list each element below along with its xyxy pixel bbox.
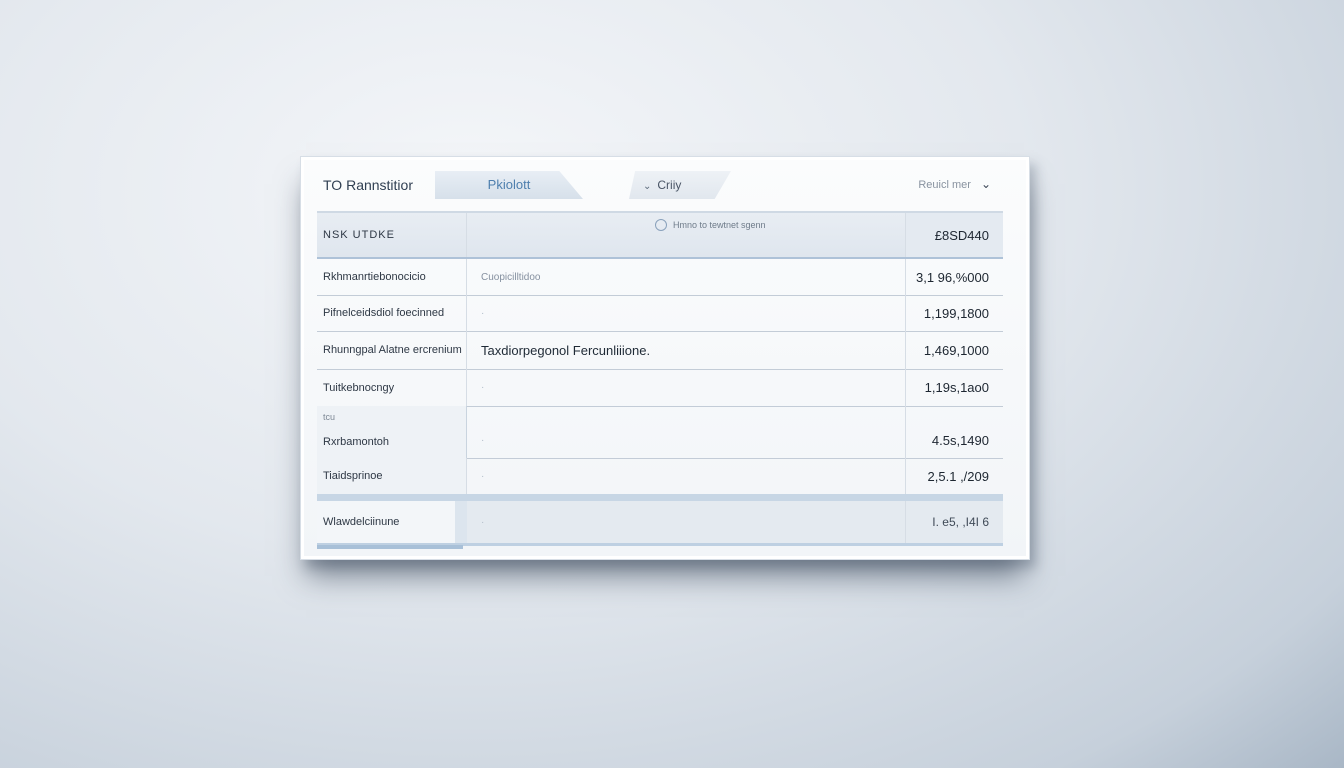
- table-row[interactable]: Tuitkebnocngy · 1,19s,1ao0: [317, 369, 1003, 407]
- row-name: Tuitkebnocngy: [317, 369, 467, 406]
- header-search-hint[interactable]: Hmno to tewtnet sgenn: [655, 219, 766, 231]
- header-search-hint-text: Hmno to tewtnet sgenn: [673, 220, 766, 230]
- table-row[interactable]: Rhunngpal Alatne ercrenium Taxdiorpegono…: [317, 331, 1003, 370]
- row-detail-marker: ·: [481, 435, 485, 446]
- row-name: Tiaidsprinoe: [317, 458, 467, 494]
- row-value: 4.5s,1490: [905, 406, 1003, 458]
- scrollbar-indicator[interactable]: [317, 545, 463, 549]
- row-detail: ·: [467, 458, 905, 494]
- table-row[interactable]: Tiaidsprinoe · 2,5.1 ,/209: [317, 458, 1003, 495]
- chevron-down-icon: ⌄: [643, 181, 652, 192]
- row-detail: Taxdiorpegonol Fercunliiione.: [467, 331, 905, 369]
- radio-circle-icon: [655, 219, 667, 231]
- row-detail: ·: [467, 369, 905, 406]
- row-detail-marker: ·: [481, 516, 485, 528]
- column-header-detail: Hmno to tewtnet sgenn: [467, 213, 905, 257]
- row-value: 1,469,1000: [905, 331, 1003, 369]
- row-value: I. e5, ,I4I 6: [905, 501, 1003, 543]
- row-name: Wlawdelciinune: [317, 501, 467, 543]
- column-header-name[interactable]: NSK UTDKE: [317, 213, 467, 257]
- row-detail-marker: ·: [481, 382, 485, 393]
- row-value: 1,19s,1ao0: [905, 369, 1003, 406]
- row-detail: ·: [467, 295, 905, 331]
- table-header: NSK UTDKE Hmno to tewtnet sgenn £8SD440: [317, 213, 1003, 259]
- row-detail: ·: [467, 501, 905, 543]
- row-detail-marker: ·: [481, 307, 485, 319]
- report-panel: TO Rannstitior Pkiolott ⌄ Criiy Reuicl me…: [300, 156, 1030, 560]
- row-group-label: tcu: [323, 412, 336, 422]
- row-value: 3,1 96,%000: [905, 259, 1003, 295]
- app-title: TO Rannstitior: [323, 177, 413, 193]
- panel-content: TO Rannstitior Pkiolott ⌄ Criiy Reuicl me…: [317, 169, 1003, 549]
- row-name: Rkhmanrtiebonocicio: [317, 259, 467, 295]
- table-row[interactable]: Rkhmanrtiebonocicio Cuopicilltidoo 3,1 9…: [317, 259, 1003, 296]
- row-detail: Cuopicilltidoo: [467, 259, 905, 295]
- row-name: Rhunngpal Alatne ercrenium: [317, 331, 467, 369]
- table-row[interactable]: Pifnelceidsdiol foecinned · 1,199,1800: [317, 295, 1003, 332]
- row-name: Pifnelceidsdiol foecinned: [317, 295, 467, 331]
- chevron-down-icon: ⌄: [980, 177, 991, 191]
- column-header-value[interactable]: £8SD440: [905, 213, 1003, 257]
- row-name-cell: tcu Rxrbamontoh: [317, 406, 467, 458]
- row-detail: ·: [467, 406, 905, 458]
- city-filter-label: Criiy: [657, 178, 682, 192]
- top-toolbar: TO Rannstitior Pkiolott ⌄ Criiy Reuicl me…: [317, 169, 1003, 213]
- city-filter-dropdown[interactable]: ⌄ Criiy: [629, 171, 731, 199]
- tab-active[interactable]: Pkiolott: [435, 171, 583, 199]
- row-value: 2,5.1 ,/209: [905, 458, 1003, 494]
- row-value: 1,199,1800: [905, 295, 1003, 331]
- report-select-label: Reuicl mer: [918, 179, 971, 191]
- row-name: Rxrbamontoh: [323, 436, 390, 448]
- data-table: NSK UTDKE Hmno to tewtnet sgenn £8SD440 …: [317, 213, 1003, 549]
- row-detail-text: Cuopicilltidoo: [481, 271, 541, 283]
- table-row-total[interactable]: Wlawdelciinune · I. e5, ,I4I 6: [317, 494, 1003, 546]
- table-row[interactable]: tcu Rxrbamontoh · 4.5s,1490: [317, 406, 1003, 459]
- row-detail-text: Taxdiorpegonol Fercunliiione.: [481, 342, 651, 358]
- report-select-dropdown[interactable]: Reuicl mer ⌄: [918, 177, 991, 191]
- row-detail-marker: ·: [481, 470, 485, 482]
